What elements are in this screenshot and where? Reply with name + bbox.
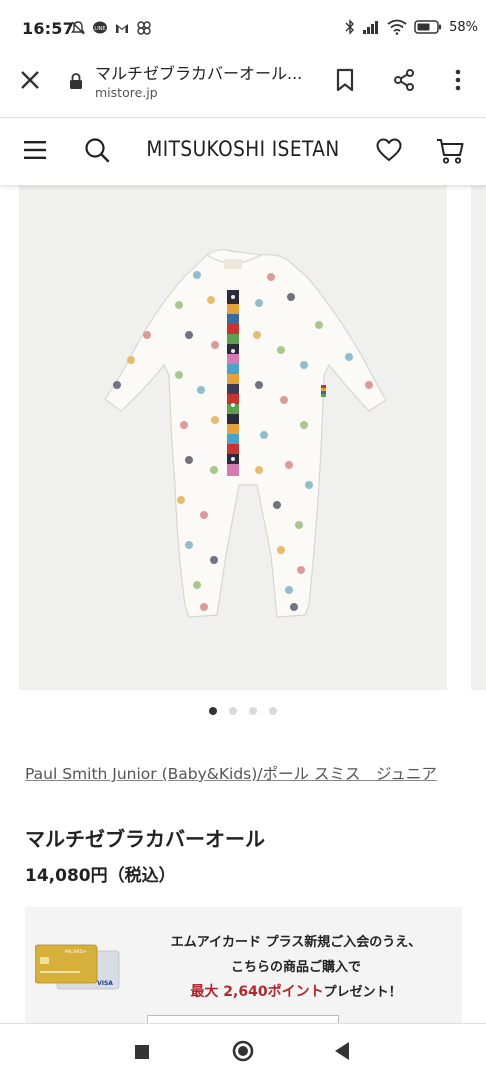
status-time: 16:57 (22, 19, 74, 38)
promo-line-3-suffix: プレゼント！ (323, 985, 402, 1000)
notification-icons: LINE (70, 20, 152, 36)
pinwheel-icon (136, 20, 152, 36)
lock-icon[interactable] (69, 72, 83, 90)
promo-line-2: こちらの商品ご購入で (230, 960, 361, 975)
svg-text:MICARD+: MICARD+ (65, 949, 87, 955)
back-icon[interactable] (333, 1041, 351, 1061)
promo-points-highlight: 最大 2,640ポイント (190, 984, 324, 1000)
page-title[interactable]: マルチゼブラカバーオール... (95, 60, 320, 84)
gallery-dot-2[interactable] (229, 707, 237, 715)
home-icon[interactable] (232, 1040, 254, 1062)
mute-icon (70, 20, 86, 36)
bluetooth-icon (345, 19, 355, 35)
line-icon: LINE (92, 20, 108, 36)
cart-icon[interactable] (436, 137, 464, 165)
system-navigation-bar (0, 1023, 486, 1080)
more-icon[interactable] (448, 68, 468, 92)
close-icon[interactable] (18, 68, 42, 92)
battery-percent: 58% (449, 19, 478, 35)
battery-icon (414, 20, 442, 34)
heart-icon[interactable] (375, 137, 403, 163)
svg-text:VISA: VISA (97, 980, 113, 987)
promo-line-3: 最大 2,640ポイントプレゼント！ (141, 981, 451, 1001)
share-icon[interactable] (392, 68, 416, 92)
product-image (104, 249, 387, 618)
system-icons: 58% (345, 19, 478, 35)
product-name: マルチゼブラカバーオール (25, 827, 265, 851)
wifi-icon (387, 19, 407, 35)
brand-link[interactable]: Paul Smith Junior (Baby&Kids)/ポール スミス ジュ… (25, 762, 465, 787)
promo-apply-button[interactable] (147, 1015, 339, 1023)
gallery-pagination (0, 707, 486, 715)
page-url[interactable]: mistore.jp (95, 85, 158, 100)
product-image-gallery[interactable] (19, 185, 447, 690)
site-header: MITSUKOSHI ISETAN (0, 119, 486, 185)
browser-toolbar: マルチゼブラカバーオール... mistore.jp (0, 58, 486, 118)
product-price: 14,080円（税込） (25, 866, 176, 886)
gallery-dot-1[interactable] (209, 707, 217, 715)
gmail-icon (114, 20, 130, 36)
credit-card-image: VISA MICARD+ (35, 944, 120, 990)
svg-text:LINE: LINE (94, 26, 105, 32)
recents-icon[interactable] (135, 1045, 149, 1059)
gallery-next-image-peek[interactable] (471, 185, 486, 690)
product-page: Paul Smith Junior (Baby&Kids)/ポール スミス ジュ… (0, 185, 486, 1023)
gallery-dot-3[interactable] (249, 707, 257, 715)
bookmark-icon[interactable] (335, 68, 355, 92)
status-bar: 16:57 LINE 58% (0, 0, 486, 58)
card-promo-banner[interactable]: VISA MICARD+ エムアイカード プラス新規ご入会のうえ、 こちらの商品… (25, 907, 462, 1023)
promo-line-1: エムアイカード プラス新規ご入会のうえ、 (170, 935, 422, 950)
signal-icon (363, 21, 379, 34)
gallery-dot-4[interactable] (269, 707, 277, 715)
